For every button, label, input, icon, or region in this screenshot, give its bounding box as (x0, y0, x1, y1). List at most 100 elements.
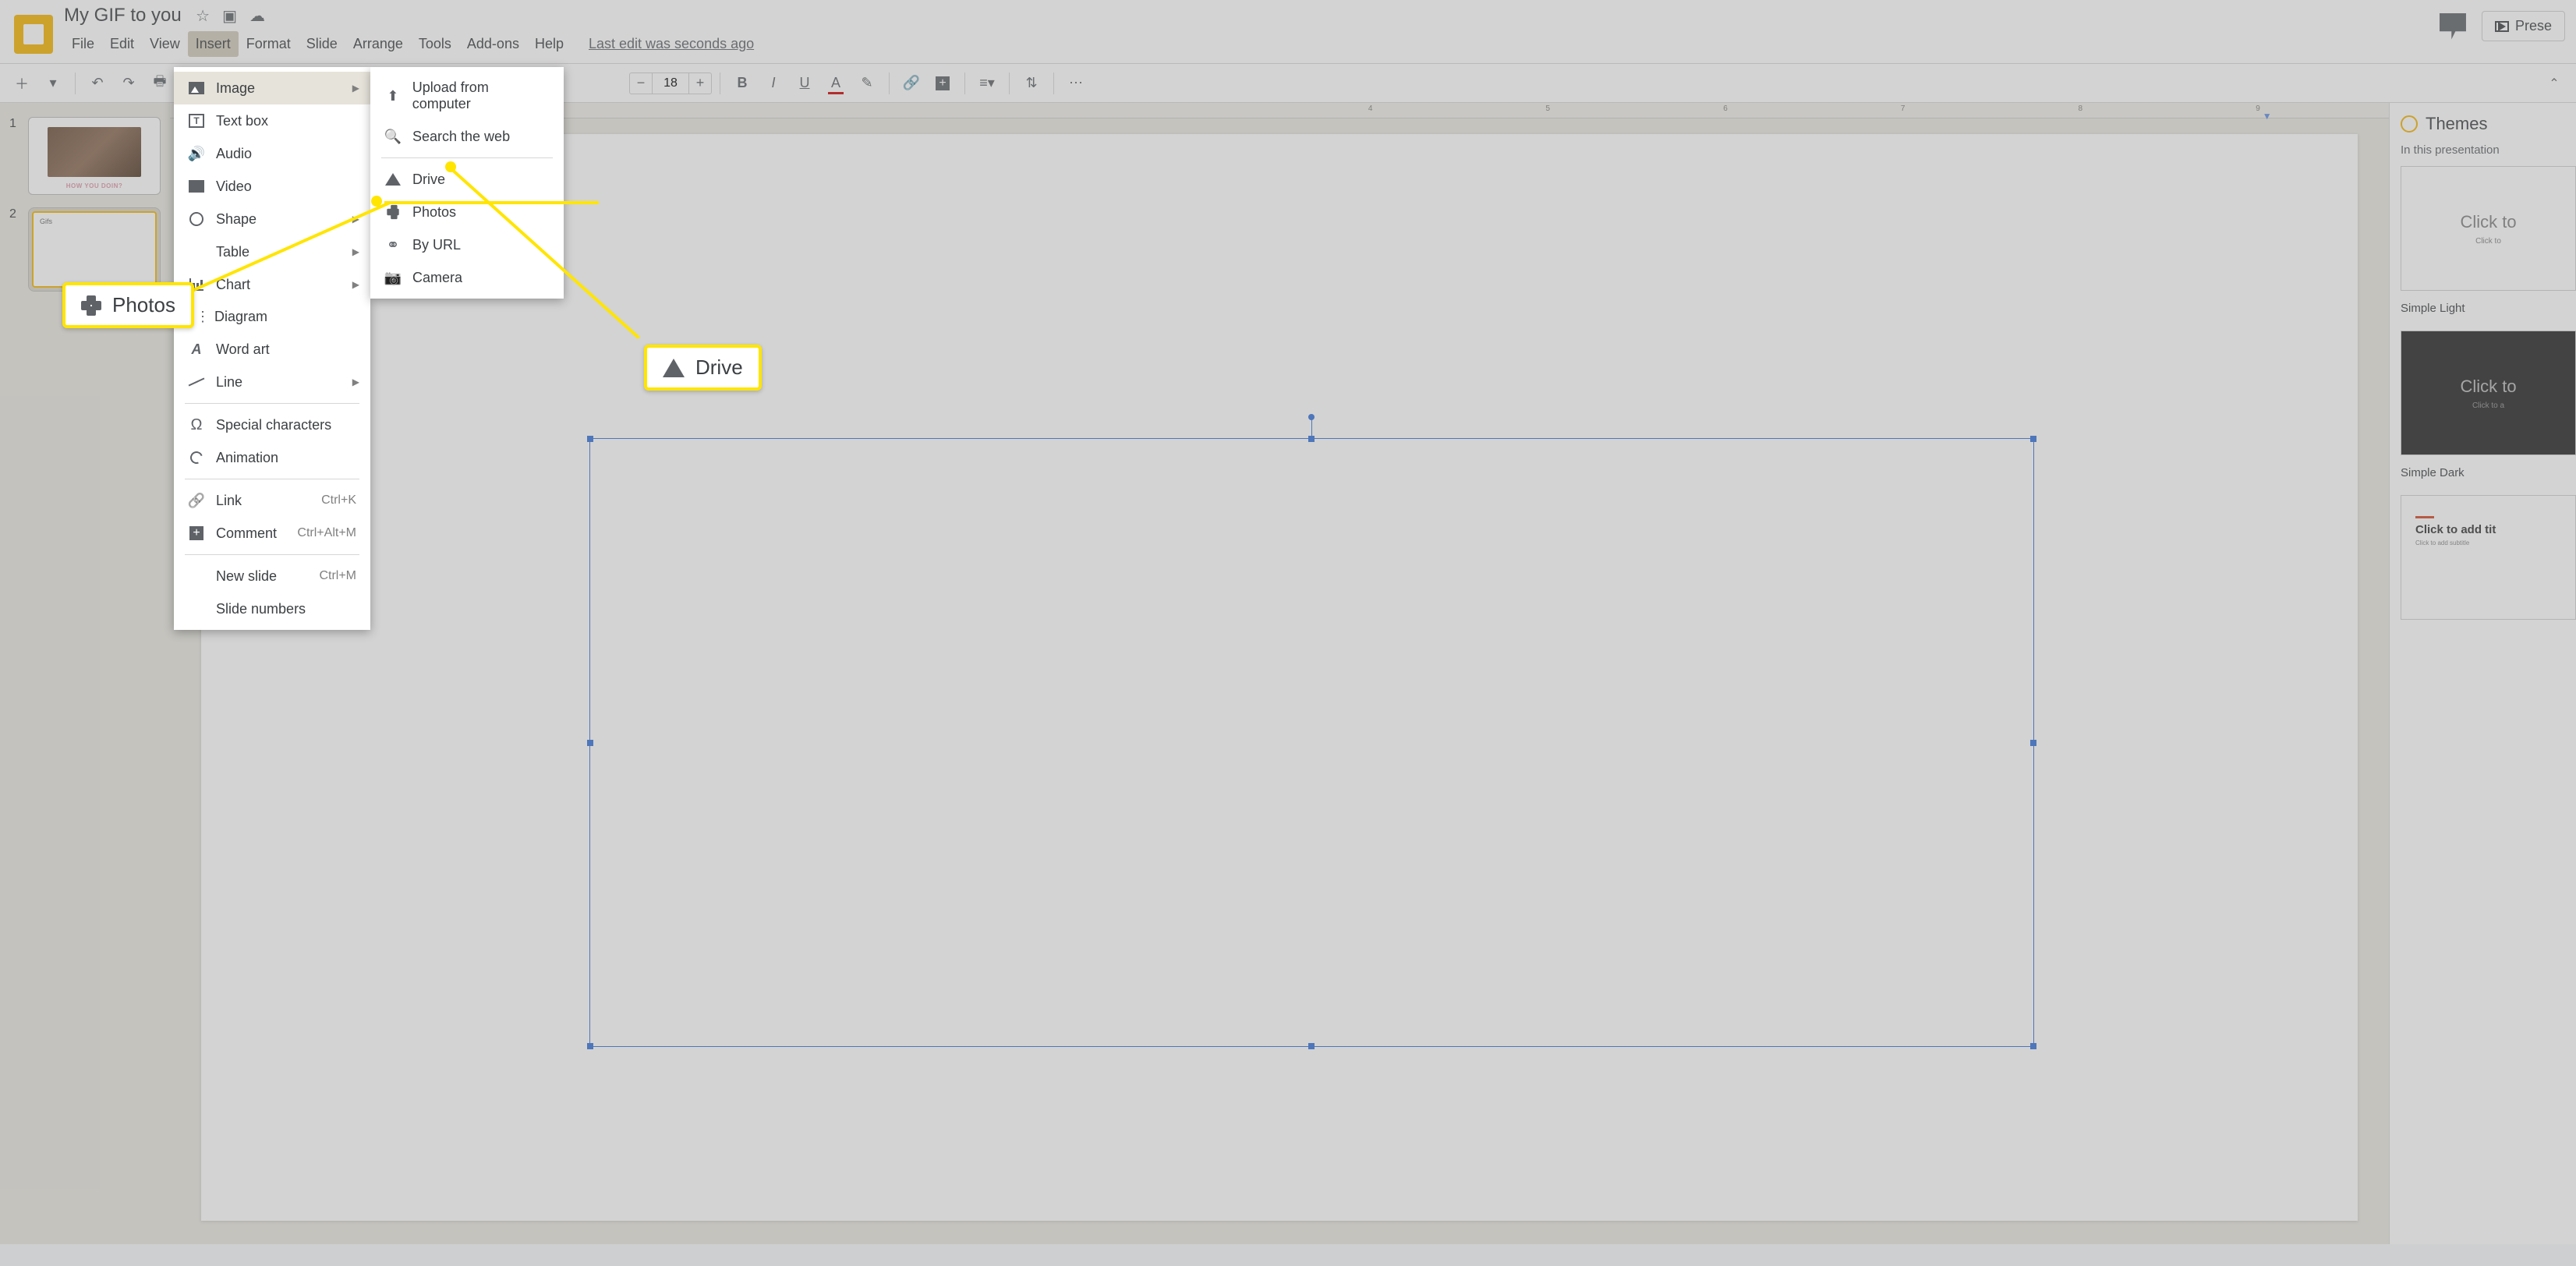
insert-line-item[interactable]: Line ▶ (174, 366, 370, 398)
insert-wordart-item[interactable]: A Word art (174, 333, 370, 366)
indent-marker-icon[interactable]: ▼ (2263, 111, 2272, 122)
menu-insert[interactable]: Insert (188, 31, 239, 57)
move-folder-icon[interactable]: ▣ (222, 6, 237, 26)
comment-icon: + (189, 526, 203, 540)
insert-link-button[interactable]: 🔗 (897, 69, 925, 97)
callout-label: Photos (112, 293, 175, 317)
insert-link-item[interactable]: Link Ctrl+K (174, 484, 370, 517)
comments-icon[interactable] (2440, 13, 2466, 40)
image-search-web-item[interactable]: Search the web (370, 120, 564, 153)
text-color-button[interactable]: A (822, 69, 850, 97)
image-camera-item[interactable]: Camera (370, 261, 564, 294)
resize-handle[interactable] (2030, 740, 2036, 746)
menu-arrange[interactable]: Arrange (345, 31, 411, 57)
align-button[interactable]: ≡▾ (973, 69, 1001, 97)
thumb-image (48, 127, 141, 177)
image-drive-item[interactable]: Drive (370, 163, 564, 196)
menu-divider (185, 554, 359, 555)
menu-label: Link (216, 493, 242, 509)
theme-card-3[interactable]: Click to add tit Click to add subtitle (2401, 495, 2576, 620)
ruler-mark: 8 (2079, 104, 2083, 113)
submenu-arrow-icon: ▶ (352, 83, 359, 94)
image-upload-item[interactable]: Upload from computer (370, 72, 564, 120)
font-size-increase[interactable]: + (689, 75, 711, 91)
thumb-caption: HOW YOU DOIN? (29, 182, 160, 189)
insert-table-item[interactable]: Table ▶ (174, 235, 370, 268)
menu-addons[interactable]: Add-ons (459, 31, 527, 57)
redo-button[interactable]: ↷ (115, 69, 143, 97)
slides-logo-icon[interactable] (14, 15, 53, 54)
drive-icon (663, 359, 685, 377)
resize-handle[interactable] (587, 1043, 593, 1049)
font-size-decrease[interactable]: − (630, 75, 652, 91)
line-spacing-button[interactable]: ⇅ (1017, 69, 1046, 97)
submenu-arrow-icon: ▶ (352, 377, 359, 387)
ruler-mark: 7 (1901, 104, 1905, 113)
selection-box[interactable] (589, 438, 2034, 1047)
menu-format[interactable]: Format (239, 31, 299, 57)
insert-video-item[interactable]: Video (174, 170, 370, 203)
submenu-arrow-icon: ▶ (352, 279, 359, 290)
more-tools-button[interactable]: ⋯ (1062, 69, 1090, 97)
menu-slide[interactable]: Slide (299, 31, 345, 57)
resize-handle[interactable] (1308, 1043, 1315, 1049)
bold-button[interactable]: B (728, 69, 756, 97)
slide-thumb-1[interactable]: HOW YOU DOIN? (28, 117, 161, 195)
ruler-mark: 9 (2256, 104, 2260, 113)
menu-edit[interactable]: Edit (102, 31, 142, 57)
collapse-toolbar-icon[interactable]: ⌃ (2540, 69, 2568, 97)
theme-card-sub: Click to (2475, 237, 2501, 246)
insert-slide-numbers-item[interactable]: Slide numbers (174, 592, 370, 625)
table-icon (188, 243, 205, 260)
highlight-color-button[interactable]: ✎ (853, 69, 881, 97)
theme-card-title: Click to add tit (2415, 523, 2496, 536)
print-button[interactable]: 🖶 (146, 69, 174, 97)
resize-handle[interactable] (1308, 436, 1315, 442)
theme-card-simple-dark[interactable]: Click to Click to a (2401, 331, 2576, 455)
insert-comment-button[interactable]: + (929, 69, 957, 97)
insert-new-slide-item[interactable]: New slide Ctrl+M (174, 560, 370, 592)
doc-title[interactable]: My GIF to you (64, 5, 182, 27)
theme-card-simple-light[interactable]: Click to Click to (2401, 166, 2576, 291)
resize-handle[interactable] (2030, 436, 2036, 442)
last-edit-link[interactable]: Last edit was seconds ago (589, 36, 754, 52)
menu-help[interactable]: Help (527, 31, 571, 57)
animation-icon (188, 449, 204, 465)
insert-animation-item[interactable]: Animation (174, 441, 370, 474)
present-button[interactable]: Prese (2482, 11, 2565, 41)
blank-icon (188, 600, 205, 617)
menu-label: Drive (412, 172, 445, 188)
resize-handle[interactable] (587, 740, 593, 746)
menu-file[interactable]: File (64, 31, 102, 57)
insert-menu-panel: Image ▶ T Text box Audio Video Shape ▶ T… (174, 67, 370, 630)
italic-button[interactable]: I (759, 69, 787, 97)
insert-audio-item[interactable]: Audio (174, 137, 370, 170)
video-icon (189, 180, 204, 193)
font-size-value[interactable]: 18 (652, 73, 689, 94)
star-icon[interactable]: ☆ (196, 6, 210, 26)
insert-shape-item[interactable]: Shape ▶ (174, 203, 370, 235)
slide-thumb-2-selected[interactable]: Gifs (28, 207, 161, 292)
menu-label: Slide numbers (216, 601, 306, 617)
insert-diagram-item[interactable]: Diagram (174, 301, 370, 333)
image-icon (189, 82, 204, 94)
insert-comment-item[interactable]: + Comment Ctrl+Alt+M (174, 517, 370, 550)
resize-handle[interactable] (2030, 1043, 2036, 1049)
annotation-dot (445, 161, 456, 172)
themes-subtitle: In this presentation (2401, 143, 2576, 157)
menu-label: Special characters (216, 417, 331, 433)
blank-icon (188, 568, 205, 585)
insert-image-item[interactable]: Image ▶ (174, 72, 370, 104)
menu-view[interactable]: View (142, 31, 188, 57)
undo-button[interactable]: ↶ (83, 69, 111, 97)
new-slide-button[interactable]: ＋ (8, 69, 36, 97)
insert-special-chars-item[interactable]: Special characters (174, 408, 370, 441)
insert-textbox-item[interactable]: T Text box (174, 104, 370, 137)
underline-button[interactable]: U (791, 69, 819, 97)
menu-bar: File Edit View Insert Format Slide Arran… (64, 31, 2562, 63)
menu-label: Camera (412, 270, 462, 286)
menu-tools[interactable]: Tools (411, 31, 459, 57)
resize-handle[interactable] (587, 436, 593, 442)
new-slide-dropdown[interactable]: ▾ (39, 69, 67, 97)
rotation-handle[interactable] (1308, 414, 1315, 420)
